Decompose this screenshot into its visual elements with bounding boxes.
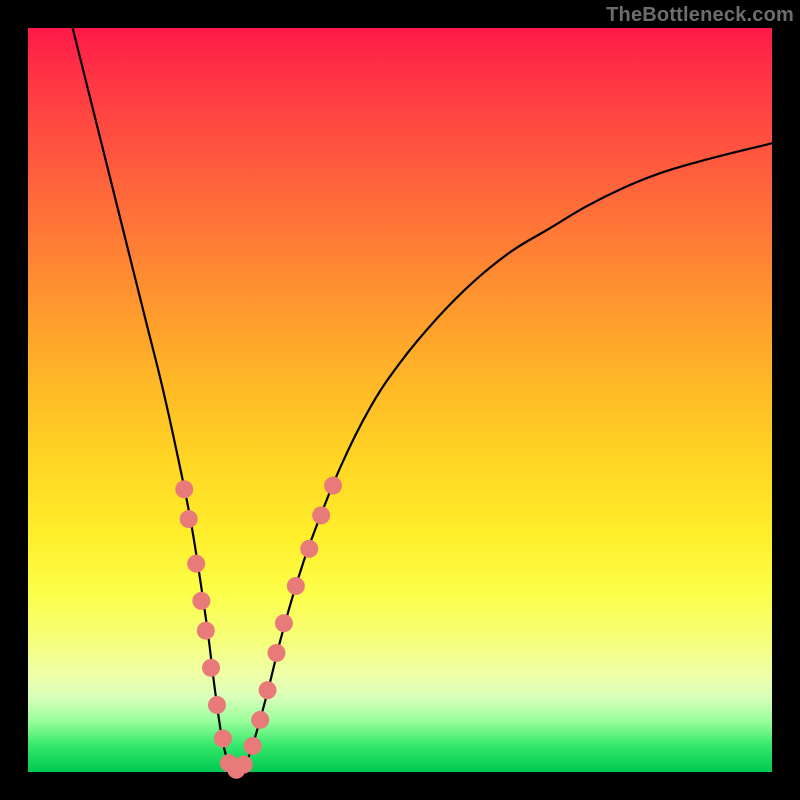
- data-marker: [300, 540, 318, 558]
- data-marker: [192, 592, 210, 610]
- data-marker: [202, 659, 220, 677]
- data-marker: [312, 506, 330, 524]
- data-marker: [287, 577, 305, 595]
- bottleneck-curve: [73, 28, 772, 772]
- data-marker: [187, 555, 205, 573]
- marker-layer: [175, 477, 342, 779]
- data-marker: [259, 681, 277, 699]
- watermark-text: TheBottleneck.com: [606, 4, 794, 27]
- data-marker: [324, 477, 342, 495]
- data-marker: [275, 614, 293, 632]
- data-marker: [180, 510, 198, 528]
- data-marker: [235, 756, 253, 774]
- chart-overlay: [28, 28, 772, 772]
- data-marker: [208, 696, 226, 714]
- data-marker: [251, 711, 269, 729]
- data-marker: [175, 480, 193, 498]
- chart-frame: TheBottleneck.com: [0, 0, 800, 800]
- data-marker: [268, 644, 286, 662]
- data-marker: [244, 737, 262, 755]
- data-marker: [197, 622, 215, 640]
- data-marker: [214, 730, 232, 748]
